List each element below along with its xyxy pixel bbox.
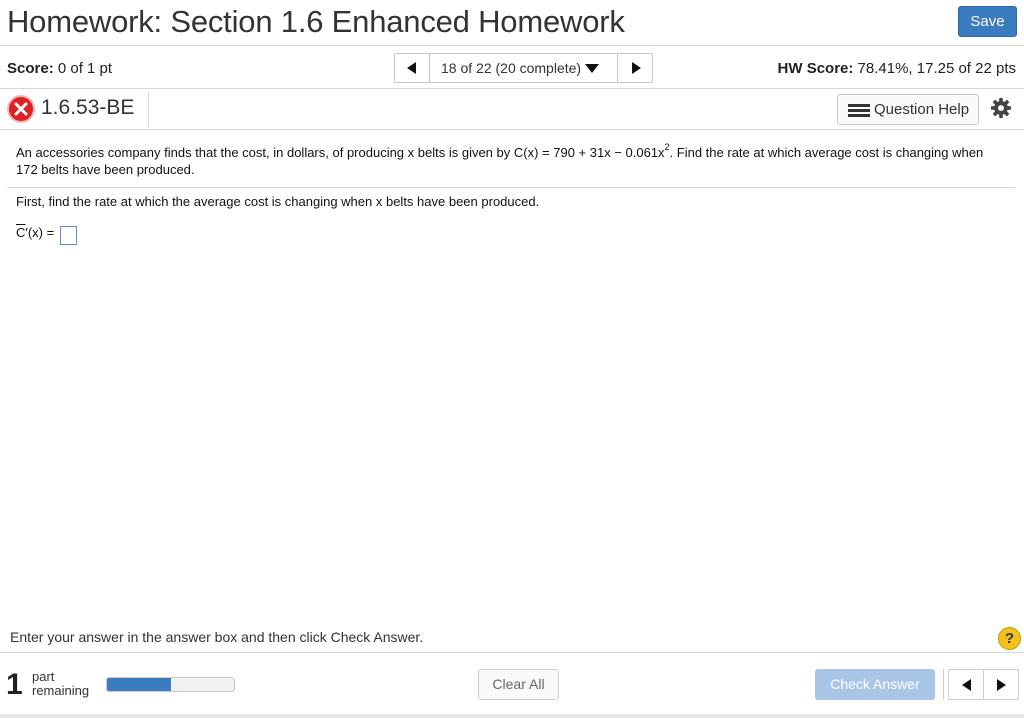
parts-label-line1: part (32, 669, 55, 684)
question-id: 1.6.53-BE (41, 96, 135, 119)
footer: 1 part remaining Clear All Check Answer (0, 652, 1024, 718)
caret-down-icon (585, 63, 600, 73)
progress-fill (107, 678, 171, 691)
score-label: Score: (7, 60, 54, 77)
footer-navigator (948, 669, 1019, 700)
question-help-label: Question Help (874, 101, 970, 118)
parts-count: 1 (6, 668, 23, 701)
question-counter: 18 of 22 (20 complete) (441, 60, 582, 76)
problem-exponent: 2 (664, 142, 670, 152)
help-icon[interactable]: ? (998, 627, 1021, 650)
list-icon (848, 104, 870, 118)
question-help-button[interactable]: Question Help (837, 94, 979, 125)
x-icon (7, 95, 35, 123)
answer-label: C′(x) = (16, 225, 54, 245)
hw-score: HW Score: 78.41%, 17.25 of 22 pts (778, 60, 1016, 77)
arrow-right-icon (632, 62, 641, 74)
gear-icon[interactable] (990, 97, 1012, 119)
question-counter-dropdown[interactable]: 18 of 22 (20 complete) (430, 54, 617, 82)
step-instruction: First, find the rate at which the averag… (16, 194, 540, 209)
bottom-edge (0, 714, 1024, 718)
footer-next-button[interactable] (984, 670, 1018, 699)
question-bar: 1.6.53-BE Question Help (0, 89, 1024, 130)
clear-all-button[interactable]: Clear All (478, 669, 559, 700)
average-cost-symbol: C (16, 225, 26, 240)
arrow-left-icon (962, 679, 971, 691)
question-navigator: 18 of 22 (20 complete) (394, 53, 653, 83)
next-question-button[interactable] (617, 54, 652, 82)
score: Score: 0 of 1 pt (7, 60, 112, 77)
save-button[interactable]: Save (958, 6, 1017, 37)
hw-score-label: HW Score: (777, 60, 854, 77)
page-title: Homework: Section 1.6 Enhanced Homework (7, 4, 625, 39)
problem-text: An accessories company finds that the co… (16, 145, 665, 160)
divider (943, 669, 944, 700)
instruction-text: Enter your answer in the answer box and … (10, 629, 424, 645)
parts-label-line2: remaining (32, 683, 90, 698)
hw-score-value: 78.41%, 17.25 of 22 pts (857, 60, 1016, 77)
parts-remaining-label: part remaining (32, 670, 89, 698)
page-header: Homework: Section 1.6 Enhanced Homework … (0, 0, 1024, 46)
previous-question-button[interactable] (395, 54, 430, 82)
answer-input[interactable] (60, 226, 77, 245)
divider (7, 187, 1015, 188)
arrow-left-icon (407, 62, 416, 74)
footer-previous-button[interactable] (949, 670, 984, 699)
progress-bar (106, 677, 235, 692)
score-bar: Score: 0 of 1 pt 18 of 22 (20 complete) … (0, 47, 1024, 89)
arrow-right-icon (997, 679, 1006, 691)
score-value: 0 of 1 pt (57, 60, 113, 77)
divider (148, 91, 149, 128)
check-answer-button[interactable]: Check Answer (815, 669, 935, 700)
problem-statement: An accessories company finds that the co… (16, 142, 996, 178)
answer-label-rest: ′(x) = (25, 225, 55, 240)
